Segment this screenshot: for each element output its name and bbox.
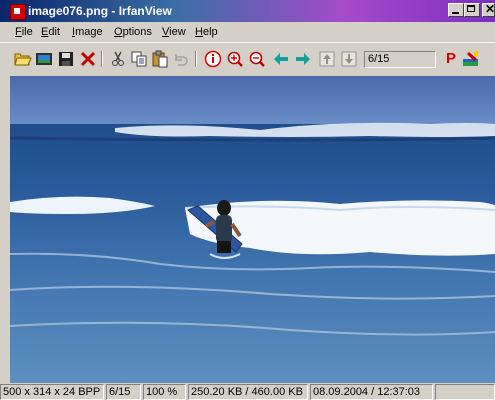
- zoom-in-icon[interactable]: [226, 50, 244, 68]
- toolbar: 6/15 P: [0, 42, 495, 76]
- photo-surfer-beach: [10, 76, 495, 383]
- slideshow-icon[interactable]: [35, 50, 53, 68]
- first-icon[interactable]: [318, 50, 336, 68]
- undo-icon[interactable]: [172, 50, 190, 68]
- toolbar-separator: [195, 51, 197, 67]
- info-icon[interactable]: [204, 50, 222, 68]
- app-icon[interactable]: [10, 4, 26, 20]
- menu-options[interactable]: Options: [114, 26, 152, 38]
- last-icon[interactable]: [340, 50, 358, 68]
- minimize-button[interactable]: [448, 3, 464, 17]
- menu-bar: File Edit Image Options View Help: [0, 23, 495, 41]
- paint-icon[interactable]: [462, 50, 480, 68]
- close-icon: ✕: [485, 3, 495, 16]
- toolbar-separator: [101, 51, 103, 67]
- status-filesize: 250.20 KB / 460.00 KB: [188, 384, 308, 400]
- copy-icon[interactable]: [130, 50, 148, 68]
- window-controls: ✕: [448, 3, 495, 17]
- title-bar[interactable]: image076.png - IrfanView ✕: [0, 0, 495, 22]
- menu-edit[interactable]: Edit: [41, 26, 60, 38]
- irfanview-window: image076.png - IrfanView ✕ File Edit Ima…: [0, 0, 495, 400]
- close-button[interactable]: ✕: [482, 3, 495, 17]
- status-bar: 500 x 314 x 24 BPP 6/15 100 % 250.20 KB …: [0, 384, 495, 400]
- print-icon[interactable]: P: [442, 50, 460, 68]
- paste-icon[interactable]: [151, 50, 169, 68]
- status-datetime: 08.09.2004 / 12:37:03: [310, 384, 433, 400]
- minimize-icon: [452, 12, 459, 14]
- open-folder-icon[interactable]: [14, 50, 32, 68]
- status-position: 6/15: [106, 384, 141, 400]
- status-empty: [435, 384, 495, 400]
- menu-file[interactable]: File: [15, 26, 33, 38]
- cut-icon[interactable]: [109, 50, 127, 68]
- menu-help[interactable]: Help: [195, 26, 218, 38]
- save-icon[interactable]: [57, 50, 75, 68]
- delete-icon[interactable]: [79, 50, 97, 68]
- previous-icon[interactable]: [272, 50, 290, 68]
- menu-image[interactable]: Image: [72, 26, 103, 38]
- window-title: image076.png - IrfanView: [28, 4, 172, 18]
- status-dimensions: 500 x 314 x 24 BPP: [0, 384, 104, 400]
- page-counter-field[interactable]: 6/15: [364, 51, 436, 68]
- status-zoom: 100 %: [143, 384, 186, 400]
- maximize-icon: [467, 5, 475, 12]
- next-icon[interactable]: [294, 50, 312, 68]
- maximize-button[interactable]: [464, 3, 480, 17]
- image-viewport[interactable]: [10, 76, 495, 383]
- zoom-out-icon[interactable]: [248, 50, 266, 68]
- menu-view[interactable]: View: [162, 26, 186, 38]
